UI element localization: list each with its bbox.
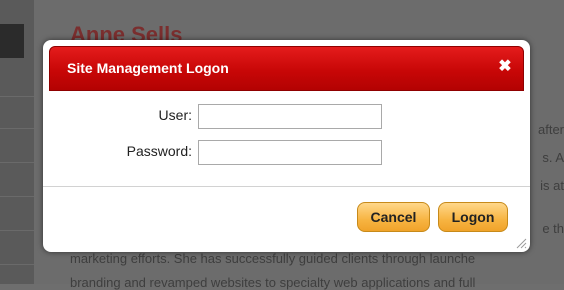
logon-button[interactable]: Logon <box>438 202 508 232</box>
password-label: Password: <box>126 143 192 159</box>
background-text-fragment: is at <box>540 178 564 193</box>
password-input[interactable] <box>198 140 382 165</box>
resize-grip-icon[interactable] <box>515 237 527 249</box>
background-sidebar <box>0 0 34 284</box>
background-paragraph-line: marketing efforts. She has successfully … <box>70 251 476 266</box>
background-text-fragment: after <box>537 122 564 137</box>
user-label: User: <box>158 107 192 123</box>
user-row: User: <box>43 104 530 130</box>
background-text-fragment: s. A <box>542 150 564 165</box>
background-paragraph-line: branding and revamped websites to specia… <box>70 275 476 290</box>
logon-dialog: Site Management Logon ✖ User: Password: … <box>43 40 530 252</box>
close-icon[interactable]: ✖ <box>497 59 513 75</box>
background-divider <box>0 162 34 163</box>
user-input[interactable] <box>198 104 382 129</box>
background-divider <box>0 264 34 265</box>
background-divider <box>0 230 34 231</box>
dialog-title: Site Management Logon <box>67 60 229 76</box>
background-divider <box>0 96 34 97</box>
password-row: Password: <box>43 140 530 166</box>
background-text-fragment: e th <box>542 221 564 236</box>
dialog-divider <box>43 186 530 187</box>
cancel-button[interactable]: Cancel <box>357 202 430 232</box>
background-divider <box>0 128 34 129</box>
dialog-titlebar[interactable]: Site Management Logon ✖ <box>49 46 524 91</box>
background-nav-tab <box>0 24 24 58</box>
background-divider <box>0 196 34 197</box>
